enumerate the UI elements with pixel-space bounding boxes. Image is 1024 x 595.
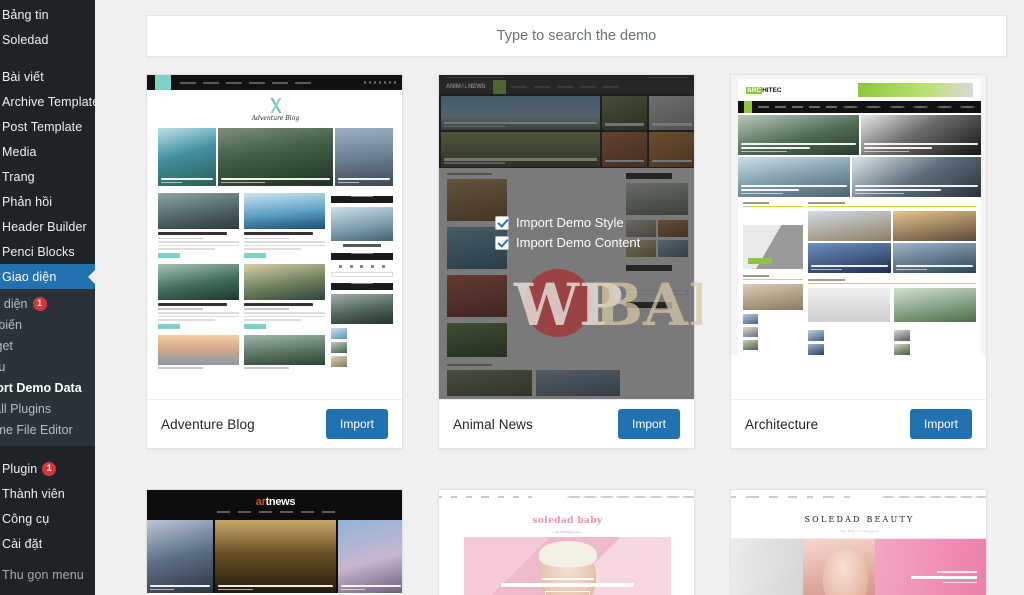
demo-search-bar [146,15,1007,57]
sidebar-item-label: Giao diện [2,269,57,284]
import-demo-content-option[interactable]: Import Demo Content [495,235,640,250]
demo-preview-mock-architecture: ARCHITEC [731,75,986,355]
sidebar-item-pages[interactable]: Trang [0,164,95,189]
sidebar-item-label: Bài viết [2,69,44,84]
sidebar-item-tools[interactable]: Công cụ [0,506,95,531]
sidebar-item-label: Media [2,144,37,159]
demo-title: Architecture [745,416,819,432]
submenu-item-label: Theme File Editor [0,422,73,437]
sidebar-item-header-builder[interactable]: Header Builder [0,214,95,239]
search-input[interactable] [146,15,1007,57]
sidebar-item-appearance[interactable]: Giao diện [0,264,95,289]
collapse-menu-button[interactable]: Thu gọn menu [0,562,95,587]
demo-grid: Adventure Blog Adventure Blog Import Imp… [146,74,1007,595]
demo-preview-thumbnail[interactable]: artnews [147,490,402,595]
demo-card-footer: Animal News Import [439,400,694,448]
demo-import-page: Adventure Blog [95,0,1024,595]
demo-preview-thumbnail[interactable]: Adventure Blog [147,75,402,400]
import-button[interactable]: Import [617,409,680,439]
sidebar-item-label: Trang [2,169,35,184]
demo-preview-thumbnail[interactable]: ANIMALNEWS [439,75,694,400]
demo-card[interactable]: artnews [146,489,403,595]
sidebar-item-label: Phản hồi [2,194,53,209]
submenu-item-install-plugins[interactable]: Install Plugins [0,398,95,419]
demo-card[interactable]: ANIMALNEWS [438,74,695,449]
sidebar-item-post-template[interactable]: Post Template [0,114,95,139]
demo-card-footer: Adventure Blog Import [147,400,402,448]
sidebar-submenu-appearance: Giao diện 1 Tùy biến Widget Menu Import … [0,289,95,446]
sidebar-item-label: Soledad [2,32,49,47]
demo-preview-mock-baby: soledad baby — the best baby blog — [439,490,694,595]
submenu-item-label: Install Plugins [0,401,52,416]
sidebar-item-label: Plugin [2,461,38,476]
demo-card[interactable]: SOLEDAD BEAUTY The Best for Bloggers [730,489,987,595]
demo-card[interactable]: Adventure Blog Adventure Blog Import [146,74,403,449]
collapse-menu-label: Thu gọn menu [2,567,84,582]
sidebar-item-media[interactable]: Media [0,139,95,164]
import-button[interactable]: Import [325,409,388,439]
import-demo-style-option[interactable]: Import Demo Style [495,215,640,230]
checkbox-checked-icon[interactable] [495,215,509,230]
demo-preview-mock-beauty: SOLEDAD BEAUTY The Best for Bloggers [731,490,986,595]
sidebar-divider [0,446,95,456]
plugin-update-badge: 1 [42,461,57,476]
sidebar-item-dashboard[interactable]: Bảng tin [0,2,95,27]
demo-card-footer: Architecture Import [731,400,986,448]
sidebar-item-penci-blocks[interactable]: Penci Blocks [0,239,95,264]
demo-preview-thumbnail[interactable]: ARCHITEC [731,75,986,400]
sidebar-item-plugins[interactable]: Plugin 1 [0,456,95,481]
demo-card-selected-overlay: Import Demo Style Import Demo Content [439,75,694,399]
sidebar-item-label: Thành viên [2,486,65,501]
demo-preview-mock-artnews: artnews [147,490,402,595]
checkbox-checked-icon[interactable] [495,235,509,250]
demo-title: Adventure Blog [161,416,255,432]
option-label: Import Demo Content [516,235,641,250]
sidebar-item-label: Penci Blocks [2,244,75,259]
submenu-item-label: Widget [0,338,13,353]
submenu-item-customize[interactable]: Tùy biến [0,314,95,335]
option-label: Import Demo Style [516,215,624,230]
sidebar-item-label: Header Builder [2,219,87,234]
admin-screen: Bảng tin Soledad Bài viết Archive Templa… [0,0,1024,595]
sidebar-item-label: Công cụ [2,511,50,526]
submenu-item-label: Tùy biến [0,317,22,332]
admin-sidebar-menu: Bảng tin Soledad Bài viết Archive Templa… [0,0,95,595]
demo-preview-thumbnail[interactable]: soledad baby — the best baby blog — [439,490,694,595]
demo-card[interactable]: ARCHITEC Architecture Import [730,74,987,449]
sidebar-item-posts[interactable]: Bài viết [0,64,95,89]
import-button[interactable]: Import [909,409,972,439]
submenu-item-menus[interactable]: Menu [0,356,95,377]
sidebar-item-comments[interactable]: Phản hồi [0,189,95,214]
demo-title: Animal News [453,416,533,432]
submenu-item-theme-file-editor[interactable]: Theme File Editor [0,419,95,440]
update-count-badge: 1 [32,296,47,311]
sidebar-item-settings[interactable]: Cài đặt [0,531,95,556]
import-options-group: Import Demo Style Import Demo Content [495,215,640,250]
sidebar-divider [0,52,95,64]
submenu-item-label: Import Demo Data [0,380,82,395]
submenu-item-themes[interactable]: Giao diện 1 [0,293,95,314]
sidebar-item-label: Archive Template [2,94,95,109]
sidebar-item-users[interactable]: Thành viên [0,481,95,506]
sidebar-item-label: Post Template [2,119,83,134]
demo-preview-thumbnail[interactable]: SOLEDAD BEAUTY The Best for Bloggers [731,490,986,595]
submenu-item-widgets[interactable]: Widget [0,335,95,356]
submenu-item-label: Menu [0,359,6,374]
demo-preview-mock-adventure: Adventure Blog [147,75,402,375]
sidebar-item-archive-template[interactable]: Archive Template [0,89,95,114]
sidebar-item-label: Bảng tin [2,7,49,22]
submenu-item-label: Giao diện [0,296,28,311]
sidebar-item-soledad[interactable]: Soledad [0,27,95,52]
submenu-item-import-demo-data[interactable]: Import Demo Data [0,377,95,398]
sidebar-item-label: Cài đặt [2,536,43,551]
demo-card[interactable]: soledad baby — the best baby blog — [438,489,695,595]
